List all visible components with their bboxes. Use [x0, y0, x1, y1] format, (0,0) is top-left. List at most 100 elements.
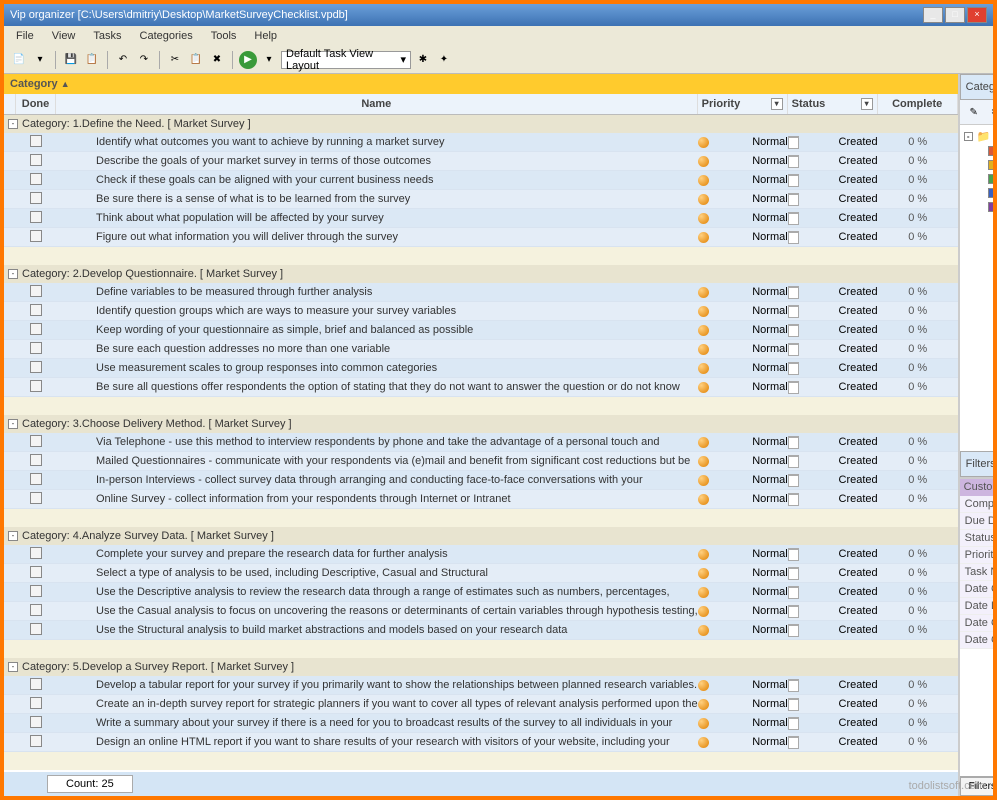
done-checkbox[interactable]: [30, 192, 42, 204]
filter-row[interactable]: Task Name▾: [960, 564, 993, 581]
toolbar-undo-icon[interactable]: ↶: [114, 51, 132, 69]
task-row[interactable]: Think about what population will be affe…: [4, 209, 958, 228]
menu-help[interactable]: Help: [246, 28, 285, 44]
task-row[interactable]: Use measurement scales to group response…: [4, 359, 958, 378]
toolbar-save-icon[interactable]: 💾: [62, 51, 80, 69]
collapse-icon[interactable]: -: [8, 119, 18, 129]
done-checkbox[interactable]: [30, 585, 42, 597]
task-row[interactable]: Be sure all questions offer respondents …: [4, 378, 958, 397]
task-row[interactable]: Design an online HTML report if you want…: [4, 733, 958, 752]
task-row[interactable]: Use the Casual analysis to focus on unco…: [4, 602, 958, 621]
filter-row[interactable]: Date Last Modifie▾: [960, 598, 993, 615]
filter-row[interactable]: Priority▾: [960, 547, 993, 564]
done-checkbox[interactable]: [30, 323, 42, 335]
chevron-down-icon[interactable]: ▾: [260, 51, 278, 69]
toolbar-cut-icon[interactable]: ✂: [166, 51, 184, 69]
done-checkbox[interactable]: [30, 547, 42, 559]
task-row[interactable]: Figure out what information you will del…: [4, 228, 958, 247]
task-row[interactable]: Identify what outcomes you want to achie…: [4, 133, 958, 152]
category-bar[interactable]: Category ▲: [4, 74, 958, 94]
task-row[interactable]: Create an in-depth survey report for str…: [4, 695, 958, 714]
column-done[interactable]: Done: [16, 94, 56, 114]
done-checkbox[interactable]: [30, 454, 42, 466]
expand-icon[interactable]: -: [964, 132, 973, 141]
toolbar-redo-icon[interactable]: ↷: [135, 51, 153, 69]
filter-row[interactable]: Date Opened▾: [960, 615, 993, 632]
categories-tree[interactable]: - 📁 Market Survey 2525 1.Define the Need…: [960, 125, 993, 451]
toolbar-delete-icon[interactable]: ✖: [208, 51, 226, 69]
task-row[interactable]: Keep wording of your questionnaire as si…: [4, 321, 958, 340]
done-checkbox[interactable]: [30, 435, 42, 447]
done-checkbox[interactable]: [30, 361, 42, 373]
group-row[interactable]: -Category: 3.Choose Delivery Method. [ M…: [4, 415, 958, 433]
tree-item[interactable]: 3.Choose Delivery Metho44: [964, 172, 993, 186]
menu-tasks[interactable]: Tasks: [85, 28, 129, 44]
done-checkbox[interactable]: [30, 154, 42, 166]
filter-row[interactable]: Status▾: [960, 530, 993, 547]
task-row[interactable]: Write a summary about your survey if the…: [4, 714, 958, 733]
filter-row[interactable]: Due Date▾: [960, 513, 993, 530]
tree-btn-icon[interactable]: ✎: [965, 103, 983, 121]
tree-item[interactable]: 1.Define the Need.66: [964, 144, 993, 158]
maximize-button[interactable]: □: [945, 7, 965, 23]
tree-item[interactable]: 2.Develop Questionnaire.66: [964, 158, 993, 172]
filter-row[interactable]: Date Created▾: [960, 581, 993, 598]
dropdown-icon[interactable]: ▾: [771, 98, 783, 110]
done-checkbox[interactable]: [30, 697, 42, 709]
done-checkbox[interactable]: [30, 492, 42, 504]
column-complete[interactable]: Complete: [878, 94, 958, 114]
chevron-down-icon[interactable]: ▾: [31, 51, 49, 69]
task-row[interactable]: Select a type of analysis to be used, in…: [4, 564, 958, 583]
toolbar-paste-icon[interactable]: 📋: [187, 51, 205, 69]
tree-btn-icon[interactable]: ✂: [987, 103, 993, 121]
tree-item[interactable]: 5.Develop a Survey Repo44: [964, 200, 993, 214]
done-checkbox[interactable]: [30, 623, 42, 635]
done-checkbox[interactable]: [30, 380, 42, 392]
menu-categories[interactable]: Categories: [132, 28, 201, 44]
tree-item[interactable]: 4.Analyze Survey Data.55: [964, 186, 993, 200]
toolbar-copy-icon[interactable]: 📋: [83, 51, 101, 69]
close-button[interactable]: ×: [967, 7, 987, 23]
done-checkbox[interactable]: [30, 173, 42, 185]
done-checkbox[interactable]: [30, 716, 42, 728]
column-name[interactable]: Name: [56, 94, 698, 114]
menu-file[interactable]: File: [8, 28, 42, 44]
done-checkbox[interactable]: [30, 342, 42, 354]
task-row[interactable]: Describe the goals of your market survey…: [4, 152, 958, 171]
collapse-icon[interactable]: -: [8, 269, 18, 279]
done-checkbox[interactable]: [30, 735, 42, 747]
group-row[interactable]: -Category: 5.Develop a Survey Report. [ …: [4, 658, 958, 676]
task-row[interactable]: Online Survey - collect information from…: [4, 490, 958, 509]
menu-view[interactable]: View: [44, 28, 84, 44]
tree-root[interactable]: - 📁 Market Survey 2525: [964, 129, 993, 144]
done-checkbox[interactable]: [30, 135, 42, 147]
done-checkbox[interactable]: [30, 211, 42, 223]
group-row[interactable]: -Category: 4.Analyze Survey Data. [ Mark…: [4, 527, 958, 545]
done-checkbox[interactable]: [30, 230, 42, 242]
done-checkbox[interactable]: [30, 678, 42, 690]
filter-row[interactable]: Date Completed▾: [960, 632, 993, 649]
toolbar-wand-icon[interactable]: ✱: [414, 51, 432, 69]
task-row[interactable]: Mailed Questionnaires - communicate with…: [4, 452, 958, 471]
filter-row[interactable]: Completion▾: [960, 496, 993, 513]
collapse-icon[interactable]: -: [8, 662, 18, 672]
menu-tools[interactable]: Tools: [203, 28, 245, 44]
task-row[interactable]: Develop a tabular report for your survey…: [4, 676, 958, 695]
task-row[interactable]: Use the Structural analysis to build mar…: [4, 621, 958, 640]
toolbar-arrow-icon[interactable]: ▶: [239, 51, 257, 69]
toolbar-new-icon[interactable]: 📄: [10, 51, 28, 69]
done-checkbox[interactable]: [30, 304, 42, 316]
minimize-button[interactable]: _: [923, 7, 943, 23]
task-row[interactable]: Check if these goals can be aligned with…: [4, 171, 958, 190]
group-row[interactable]: -Category: 2.Develop Questionnaire. [ Ma…: [4, 265, 958, 283]
collapse-icon[interactable]: -: [8, 531, 18, 541]
done-checkbox[interactable]: [30, 473, 42, 485]
dropdown-icon[interactable]: ▾: [861, 98, 873, 110]
collapse-icon[interactable]: -: [8, 419, 18, 429]
layout-selector[interactable]: Default Task View Layout ▾: [281, 51, 411, 69]
column-status[interactable]: Status▾: [788, 94, 878, 114]
task-row[interactable]: Be sure there is a sense of what is to b…: [4, 190, 958, 209]
done-checkbox[interactable]: [30, 285, 42, 297]
done-checkbox[interactable]: [30, 566, 42, 578]
filter-mode[interactable]: Custom ▾ ✱ ✖: [960, 479, 993, 496]
